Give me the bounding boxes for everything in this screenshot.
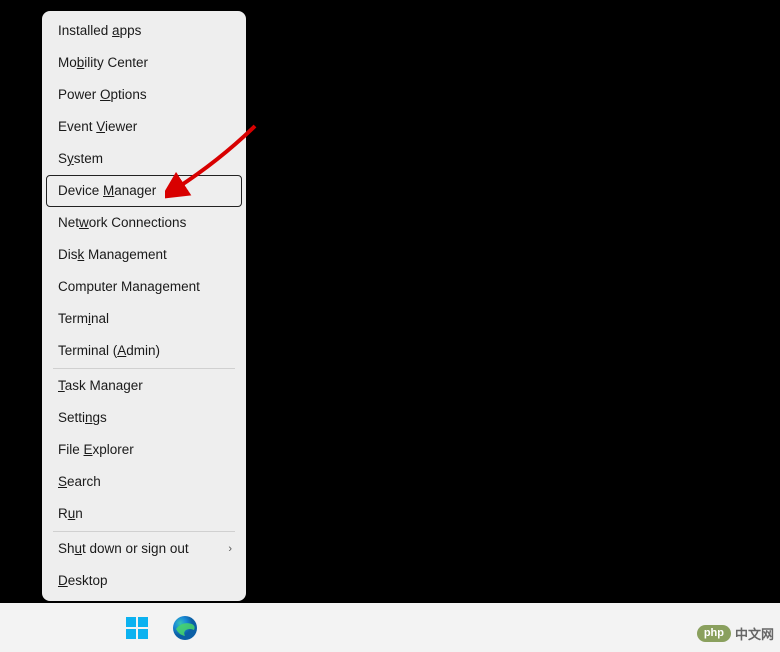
menu-item[interactable]: Terminal [46, 303, 242, 335]
menu-divider [53, 531, 235, 532]
menu-item-label: Event Viewer [58, 118, 137, 136]
menu-group-2: Task Manager Settings File Explorer Search R… [44, 370, 244, 530]
menu-item[interactable]: Mobility Center [46, 47, 242, 79]
menu-item-label: Device Manager [58, 182, 156, 200]
menu-item-label: Terminal [58, 310, 109, 328]
menu-item-label: Settings [58, 409, 107, 427]
menu-item[interactable]: Power Options [46, 79, 242, 111]
menu-item-label: Run [58, 505, 83, 523]
menu-item-label: File Explorer [58, 441, 134, 459]
menu-item[interactable]: Shut down or sign out › [46, 533, 242, 565]
menu-item[interactable]: Desktop [46, 565, 242, 597]
start-button[interactable] [124, 615, 150, 641]
menu-item-label: Power Options [58, 86, 147, 104]
menu-item-label: Disk Management [58, 246, 167, 264]
menu-item-device-manager[interactable]: Device Manager [46, 175, 242, 207]
menu-item[interactable]: System [46, 143, 242, 175]
menu-item[interactable]: Terminal (Admin) [46, 335, 242, 367]
menu-item[interactable]: Computer Management [46, 271, 242, 303]
watermark-text: 中文网 [735, 624, 774, 643]
menu-item[interactable]: Event Viewer [46, 111, 242, 143]
menu-item-label: Shut down or sign out [58, 540, 189, 558]
menu-item[interactable]: Settings [46, 402, 242, 434]
menu-item-label: Terminal (Admin) [58, 342, 160, 360]
menu-item-label: Mobility Center [58, 54, 148, 72]
menu-group-1: Installed apps Mobility Center Power Optio… [44, 15, 244, 367]
menu-item-label: Search [58, 473, 101, 491]
menu-item[interactable]: Installed apps [46, 15, 242, 47]
menu-divider [53, 368, 235, 369]
chevron-right-icon: › [228, 540, 232, 558]
menu-item-label: Computer Management [58, 278, 200, 296]
menu-item[interactable]: Network Connections [46, 207, 242, 239]
menu-item-label: Network Connections [58, 214, 186, 232]
menu-item-label: Task Manager [58, 377, 143, 395]
menu-item-label: Desktop [58, 572, 108, 590]
menu-group-3: Shut down or sign out › Desktop [44, 533, 244, 597]
menu-item-label: System [58, 150, 103, 168]
watermark-badge: php [697, 625, 731, 642]
menu-item[interactable]: Disk Management [46, 239, 242, 271]
winx-context-menu: Installed apps Mobility Center Power Optio… [42, 11, 246, 601]
menu-item[interactable]: Search [46, 466, 242, 498]
menu-item[interactable]: Run [46, 498, 242, 530]
menu-item-label: Installed apps [58, 22, 141, 40]
taskbar: php 中文网 [0, 603, 780, 652]
menu-item[interactable]: File Explorer [46, 434, 242, 466]
watermark: php 中文网 [697, 624, 774, 643]
edge-browser-button[interactable] [172, 615, 198, 641]
menu-item[interactable]: Task Manager [46, 370, 242, 402]
